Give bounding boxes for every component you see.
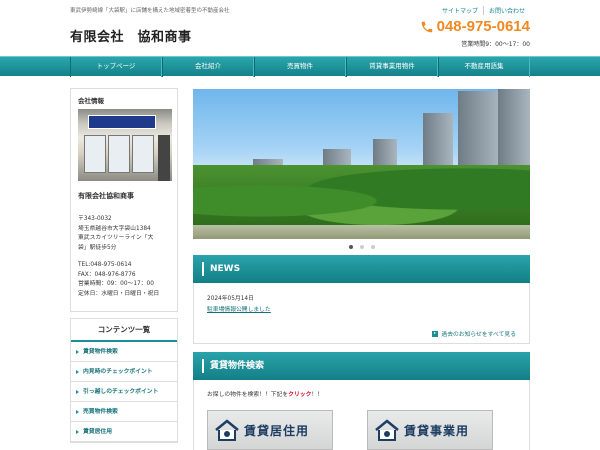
slider-dots [193,239,530,255]
contents-item-viewing-checkpoints[interactable]: 内見時のチェックポイント [71,362,177,382]
news-more-link[interactable]: 過去のお知らせをすべて見る [207,329,516,338]
news-heading: NEWS [193,255,530,283]
building-icon [375,419,399,441]
arrow-right-icon [432,330,439,337]
company-address: 〒343-0032 埼玉県越谷市大字袋山1384 東武スカイツリーライン「大 袋… [78,215,170,299]
news-section: 2024年05月14日 駐車場情報公開しました 過去のお知らせをすべて見る [193,283,530,344]
contact-link[interactable]: お問い合わせ [482,6,530,15]
contents-heading: コンテンツ一覧 [71,319,177,342]
address-line: 袋」駅徒歩5分 [78,244,117,251]
phone-text: 048-975-0614 [436,18,530,35]
nav-glossary[interactable]: 不動産用語集 [438,57,530,77]
address-line: 東武スカイツリーライン「大 [78,235,154,241]
news-more-label: 過去のお知らせをすべて見る [441,332,516,338]
holiday-line: 定休日：水曜日・日曜日・祝日 [78,290,160,297]
main-content: NEWS 2024年05月14日 駐車場情報公開しました 過去のお知らせをすべて… [193,89,530,450]
hero-slider-image [193,89,530,239]
sitemap-link[interactable]: サイトマップ [437,6,483,15]
instruction-emphasis: クリック [288,392,312,398]
company-name: 有限会社協和商事 [78,192,134,200]
company-info-heading: 会社情報 [78,97,104,105]
address-line: 埼玉県越谷市大字袋山1384 [78,225,151,232]
sidebar: 会社情報 有限会社協和商事 〒343-0032 埼玉県越谷市大字袋山1384 東… [70,88,178,443]
tagline: 東武伊勢崎線「大袋駅」に店舗を構えた地域密着型の不動産会社 [70,8,230,14]
tel-line: TEL:048-975-0614 [78,262,132,268]
business-rental-button[interactable]: 賃貸事業用 [367,410,493,450]
phone-icon [421,21,432,32]
company-info-box: 会社情報 有限会社協和商事 〒343-0032 埼玉県越谷市大字袋山1384 東… [70,88,178,312]
residential-rental-label: 賃貸居住用 [244,423,310,438]
house-icon [215,419,239,441]
business-rental-label: 賃貸事業用 [404,423,470,438]
contents-item-moving-checkpoints[interactable]: 引っ越しのチェックポイント [71,382,177,402]
nav-sale-properties[interactable]: 売買物件 [254,57,346,77]
contents-item-residential-rental[interactable]: 賃貸居住用 [71,422,177,442]
nav-company[interactable]: 会社紹介 [162,57,254,77]
shop-photo [78,109,172,181]
fax-line: FAX：048-976-8776 [78,271,136,278]
contents-menu: コンテンツ一覧 賃貸物件検索 内見時のチェックポイント 引っ越しのチェックポイン… [70,318,178,443]
rental-search-section: お探しの物件を検索！！下記をクリック！！ 賃貸居住用 賃貸事業用 [193,380,530,450]
residential-rental-button[interactable]: 賃貸居住用 [207,410,333,450]
slider-dot[interactable] [359,245,364,249]
contents-item-rental-search[interactable]: 賃貸物件検索 [71,342,177,362]
instruction-text-end: ！！ [311,392,323,398]
header-links: サイトマップ お問い合わせ [437,6,530,15]
search-instruction: お探しの物件を検索！！下記をクリック！！ [207,389,516,398]
phone-number[interactable]: 048-975-0614 [420,18,530,35]
news-date: 2024年05月14日 [207,296,254,302]
nav-business-rentals[interactable]: 賃貸事業用物件 [346,57,438,77]
main-nav: トップページ 会社紹介 売買物件 賃貸事業用物件 不動産用語集 [0,56,600,77]
nav-top-page[interactable]: トップページ [70,57,162,77]
hours-line: 営業時間：09：00～17：00 [78,281,154,287]
address-line: 〒343-0032 [78,216,112,222]
contents-item-sale-search[interactable]: 売買物件検索 [71,402,177,422]
news-item-link[interactable]: 駐車場情報公開しました [207,304,516,313]
business-hours: 営業時間9：00～17：00 [461,41,530,48]
slider-dot[interactable] [370,245,375,249]
site-logo[interactable]: 有限会社 協和商事 [70,26,192,45]
rental-search-heading: 賃貸物件検索 [193,352,530,380]
slider-dot[interactable] [348,245,353,249]
instruction-text: お探しの物件を検索！！下記を [207,392,289,398]
